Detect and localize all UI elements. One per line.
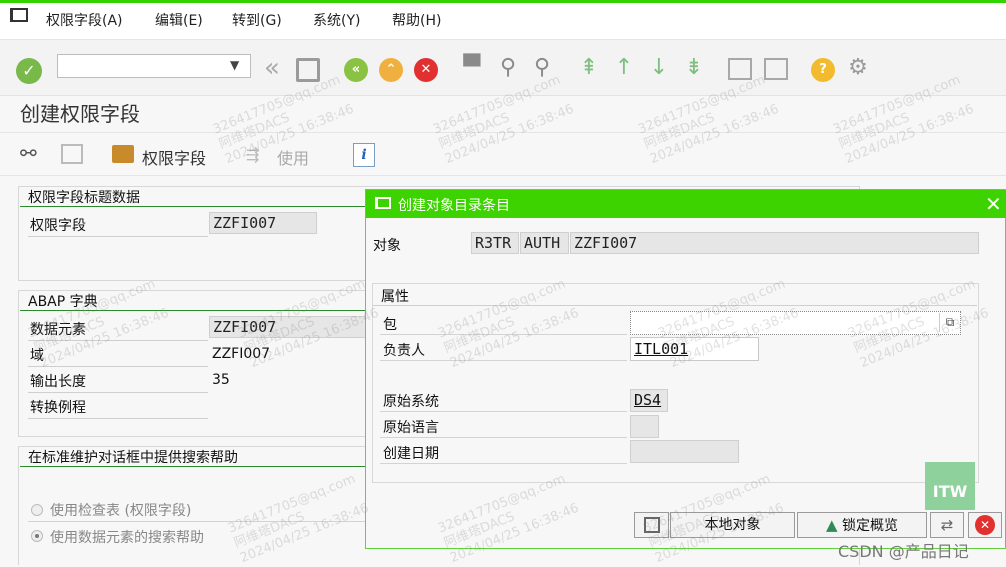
itw-badge: ITW [925,462,975,510]
created-on-label: 创建日期 [383,446,439,462]
group-divider [20,466,365,467]
row-divider [380,360,627,361]
attributes-title: 属性 [381,289,409,305]
previous-page-icon[interactable]: ↑ [610,55,638,80]
back-icon[interactable]: « [344,58,368,82]
group-divider [373,305,977,306]
row-divider [28,392,208,393]
object-type: AUTH [520,232,569,254]
radio-data-element-search-help[interactable] [31,530,43,542]
output-length-label: 输出长度 [30,374,86,390]
print-icon[interactable]: ▀ [458,55,486,80]
chevron-down-icon[interactable]: ▼ [230,58,239,72]
last-page-icon[interactable]: ⇟ [680,55,708,80]
conversion-routine-label: 转换例程 [30,400,86,416]
command-field[interactable] [57,54,251,78]
auth-field-icon[interactable] [112,145,134,163]
object-label: 对象 [373,238,401,254]
save-icon[interactable] [296,58,320,82]
package-label: 包 [383,317,397,333]
find-icon[interactable]: ⚲ [494,55,522,80]
page-title: 创建权限字段 [20,102,140,126]
object-name: ZZFI007 [570,232,979,254]
created-on-value [630,440,739,463]
original-language-label: 原始语言 [383,420,439,436]
menu-bar [0,3,1006,40]
cancel-icon: ✕ [975,515,995,535]
close-icon[interactable]: ✕ [985,192,1002,216]
original-system-value: DS4 [630,389,668,412]
shortcut-icon[interactable] [764,58,788,80]
output-length-value: 35 [212,372,230,388]
usage-button-label: 使用 [277,149,310,168]
header-data-title: 权限字段标题数据 [28,190,140,206]
row-divider [380,437,627,438]
auth-field-value: ZZFI007 [209,212,317,234]
owner-label: 负责人 [383,343,425,359]
auth-field-button-label[interactable]: 权限字段 [142,145,206,169]
enter-check-icon[interactable]: ✓ [16,58,42,84]
dialog-title: 创建对象目录条目 [398,198,510,214]
original-language-value [630,415,659,438]
radio-check-table-label: 使用检查表 (权限字段) [50,503,192,519]
exit-icon[interactable]: ⌃ [379,58,403,82]
display-change-icon[interactable]: ⚯ [20,141,37,165]
first-page-icon[interactable]: ⇞ [575,55,603,80]
row-divider [380,463,627,464]
menu-item-auth-field[interactable]: 权限字段(A) [46,10,123,30]
info-icon[interactable]: i [353,143,375,167]
cancel-button[interactable]: ✕ [968,512,1002,538]
row-divider [380,411,627,412]
radio-data-element-search-help-label: 使用数据元素的搜索帮助 [50,530,204,546]
row-divider [28,418,208,419]
csdn-watermark: CSDN @产品日记 [838,542,969,561]
dialog-window-icon [375,197,391,209]
lock-overview-icon: ▲ [826,516,838,534]
group-divider [20,206,365,207]
menu-item-edit[interactable]: 编辑(E) [155,10,203,30]
auth-field-label: 权限字段 [30,218,86,234]
original-system-label: 原始系统 [383,394,439,410]
menu-item-goto[interactable]: 转到(G) [232,10,282,30]
cancel-icon[interactable]: ✕ [414,58,438,82]
lock-overview-label: 锁定概览 [842,518,898,534]
next-page-icon[interactable]: ↓ [645,55,673,80]
menu-icon[interactable] [10,8,28,22]
radio-check-table[interactable] [31,504,43,516]
other-object-icon[interactable] [61,144,83,164]
search-help-title: 在标准维护对话框中提供搜索帮助 [28,450,238,466]
gear-icon[interactable]: ⚙ [844,55,872,80]
transfer-icon[interactable]: ⇄ [930,512,964,538]
help-icon[interactable]: ? [811,58,835,82]
back-double-icon[interactable]: « [258,53,286,83]
object-program-id: R3TR [471,232,519,254]
menu-item-system[interactable]: 系统(Y) [313,10,360,30]
lock-overview-button[interactable]: ▲ 锁定概览 [797,512,927,538]
menu-item-help[interactable]: 帮助(H) [392,10,441,30]
row-divider [28,236,208,237]
